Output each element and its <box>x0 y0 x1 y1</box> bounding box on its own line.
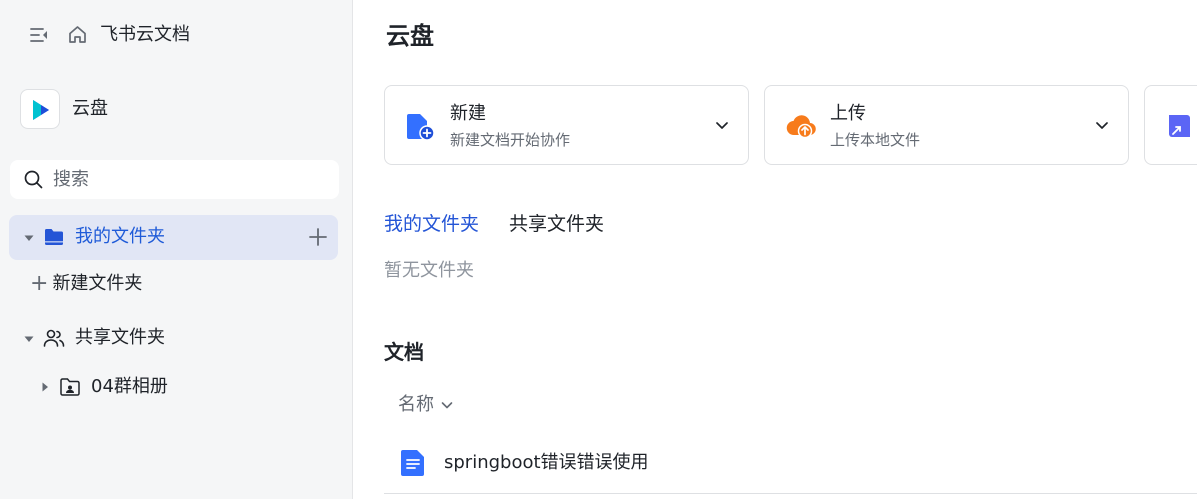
users-icon <box>43 329 65 347</box>
sort-by-name-button[interactable]: 名称 <box>398 393 454 417</box>
tab-shared-folders[interactable]: 共享文件夹 <box>509 211 604 237</box>
tree-item-label: 共享文件夹 <box>75 327 165 348</box>
search-input[interactable] <box>53 167 323 192</box>
caret-right-icon[interactable] <box>39 381 51 393</box>
main-content: 云盘 新建 新建文档开始协作 上传 上传本地文件 我的文件夹 共享文件夹 暂无文… <box>354 0 1197 499</box>
tree-item-label: 04群相册 <box>91 376 168 397</box>
documents-section-title: 文档 <box>384 340 424 364</box>
tree-item-shared-folders[interactable]: 共享文件夹 <box>9 316 338 361</box>
shortcut-icon <box>1169 115 1190 137</box>
sort-label: 名称 <box>398 394 434 415</box>
caret-down-icon[interactable] <box>23 333 35 345</box>
collapse-sidebar-icon[interactable] <box>29 25 49 45</box>
chevron-down-icon[interactable] <box>714 117 730 133</box>
card-title: 上传 <box>830 103 866 124</box>
new-doc-icon <box>407 114 435 141</box>
tree-item-04-album[interactable]: 04群相册 <box>9 365 338 410</box>
third-card-partial[interactable] <box>1144 85 1197 165</box>
document-row[interactable]: springboot错误错误使用 <box>384 432 1197 494</box>
tree-item-my-folders[interactable]: 我的文件夹 <box>9 215 338 260</box>
shared-folder-icon <box>60 378 80 396</box>
upload-card[interactable]: 上传 上传本地文件 <box>764 85 1129 165</box>
caret-down-icon[interactable] <box>23 232 35 244</box>
new-folder-label: 新建文件夹 <box>52 273 143 294</box>
home-icon[interactable] <box>67 24 88 45</box>
plus-icon: + <box>30 271 49 296</box>
search-box[interactable] <box>10 160 339 199</box>
document-name: springboot错误错误使用 <box>444 452 649 473</box>
search-icon <box>24 170 43 189</box>
chevron-down-icon <box>441 402 453 409</box>
tab-my-folders[interactable]: 我的文件夹 <box>384 211 479 237</box>
page-title: 云盘 <box>386 22 434 50</box>
space-header[interactable]: 云盘 <box>20 89 340 131</box>
tree-item-label: 我的文件夹 <box>75 226 165 247</box>
upload-cloud-icon <box>786 115 816 139</box>
folder-icon <box>45 229 63 245</box>
card-subtitle: 上传本地文件 <box>830 131 921 149</box>
new-folder-button[interactable]: + 新建文件夹 <box>30 273 142 295</box>
card-title: 新建 <box>450 103 486 124</box>
sidebar: 飞书云文档 云盘 我的文件夹 + 新 <box>0 0 353 499</box>
doc-icon <box>401 450 424 476</box>
add-icon[interactable] <box>308 227 328 247</box>
card-subtitle: 新建文档开始协作 <box>450 131 571 149</box>
breadcrumb[interactable]: 飞书云文档 <box>100 24 190 46</box>
drive-logo-icon <box>20 89 60 129</box>
empty-state-text: 暂无文件夹 <box>384 260 474 281</box>
sidebar-topbar: 飞书云文档 <box>0 0 353 70</box>
new-card[interactable]: 新建 新建文档开始协作 <box>384 85 749 165</box>
space-name: 云盘 <box>72 98 108 119</box>
chevron-down-icon[interactable] <box>1094 117 1110 133</box>
folder-tabs: 我的文件夹 共享文件夹 <box>384 211 604 237</box>
